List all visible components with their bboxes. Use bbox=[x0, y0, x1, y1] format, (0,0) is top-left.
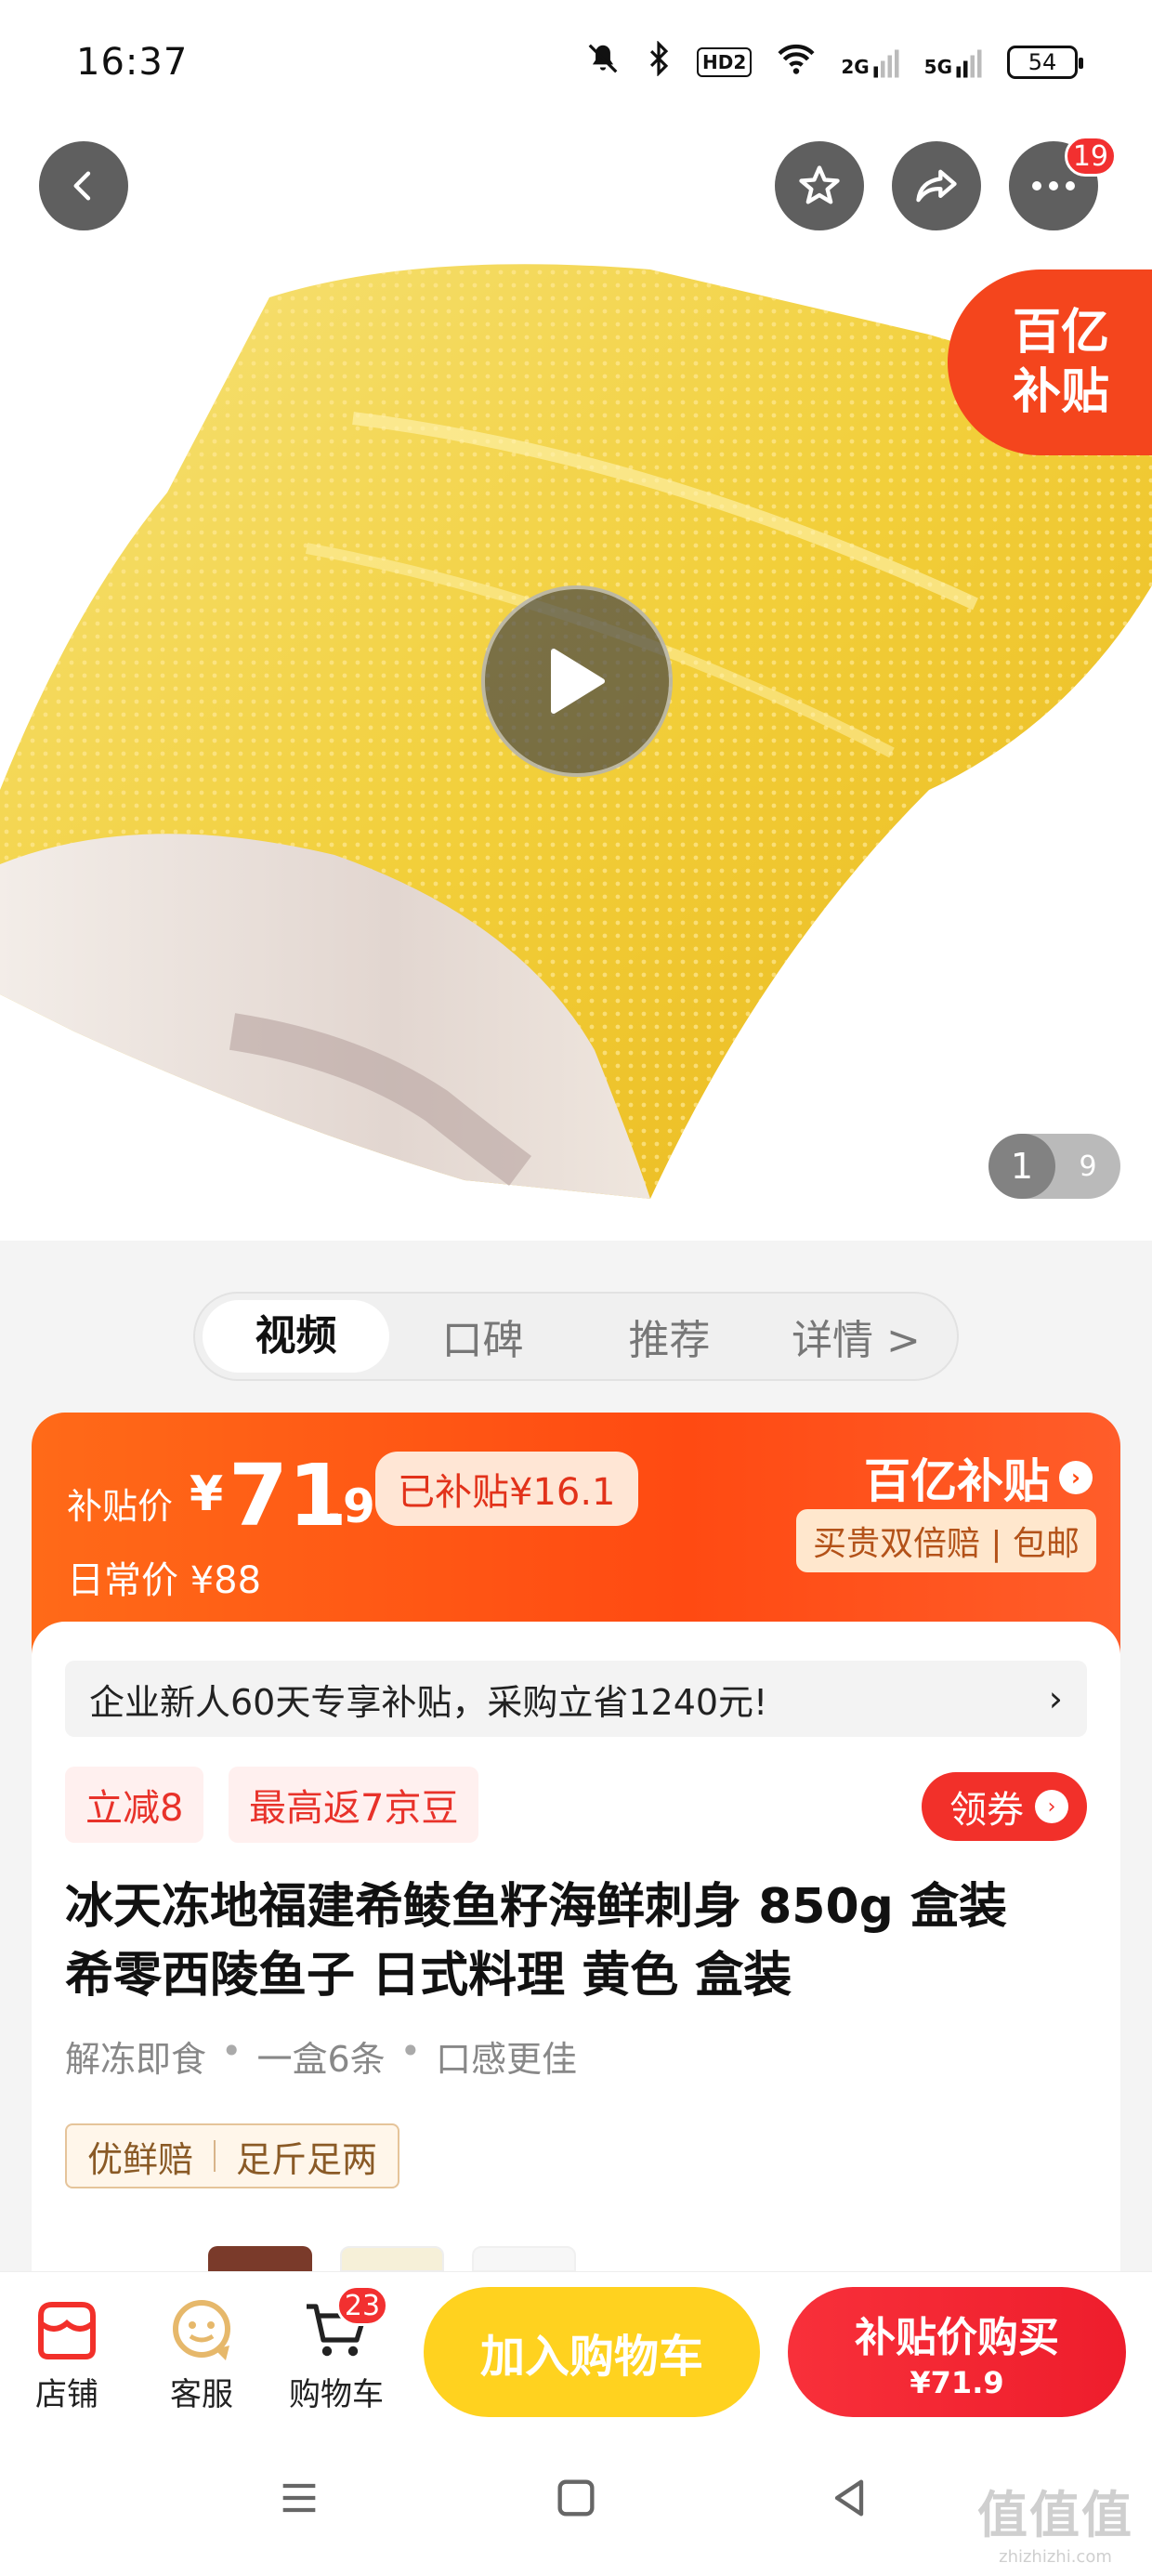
variant-thumbnail[interactable] bbox=[208, 2246, 312, 2272]
product-features: 解冻即食 • 一盒6条 • 口感更佳 bbox=[65, 2031, 578, 2080]
subsidy-corner-badge: 百亿 补贴 bbox=[948, 269, 1152, 455]
feature-item: 解冻即食 bbox=[65, 2039, 207, 2080]
tab-reviews[interactable]: 口碑 bbox=[389, 1307, 576, 1366]
already-subsidized-badge: 已补贴¥16.1 bbox=[375, 1452, 638, 1526]
service-tag: 足斤足两 bbox=[236, 2138, 378, 2180]
bottom-action-bar: 店铺 客服 23 购物车 加入购物车 补贴价购买 ¥71.9 bbox=[0, 2271, 1152, 2427]
tab-details[interactable]: 详情 > bbox=[763, 1307, 949, 1366]
status-bar: 16:37 HD2 2G 5G 54 bbox=[0, 0, 1152, 130]
get-coupon-button[interactable]: 领券 › bbox=[922, 1772, 1087, 1841]
cart-button[interactable]: 23 购物车 bbox=[281, 2285, 392, 2414]
system-nav-bar: 值值值 zhizhizhi.com bbox=[0, 2427, 1152, 2576]
menu-nav-button[interactable] bbox=[275, 2474, 323, 2526]
variant-thumbnails bbox=[208, 2246, 576, 2272]
image-pager: 1 9 bbox=[988, 1134, 1120, 1199]
share-button[interactable] bbox=[892, 141, 981, 230]
message-count-badge: 19 bbox=[1064, 136, 1117, 177]
guarantee-badge: 买贵双倍赔 | 包邮 bbox=[795, 1509, 1096, 1572]
variant-thumbnail[interactable] bbox=[472, 2246, 576, 2272]
tab-recommend[interactable]: 推荐 bbox=[576, 1307, 763, 1366]
more-button[interactable]: 19 bbox=[1009, 136, 1117, 230]
chevron-right-icon: › bbox=[1035, 1790, 1068, 1823]
signal-2g-icon: 2G bbox=[841, 46, 899, 78]
site-watermark: 值值值 zhizhizhi.com bbox=[977, 2486, 1133, 2567]
subsidy-price-label: 补贴价 bbox=[67, 1486, 174, 1527]
add-to-cart-button[interactable]: 加入购物车 bbox=[424, 2287, 760, 2417]
service-icon bbox=[173, 2300, 230, 2360]
more-dots-icon bbox=[1032, 181, 1075, 191]
coupon-row: 立减8 最高返7京豆 领券 › bbox=[65, 1767, 1087, 1843]
star-icon bbox=[799, 165, 840, 204]
regular-price: 日常价 ¥88 bbox=[67, 1559, 262, 1602]
tab-video[interactable]: 视频 bbox=[203, 1300, 389, 1373]
section-tabs: 视频 口碑 推荐 详情 > bbox=[193, 1292, 959, 1381]
square-icon bbox=[557, 2479, 595, 2517]
customer-service-button[interactable]: 客服 bbox=[146, 2291, 257, 2414]
feature-item: 一盒6条 bbox=[256, 2039, 386, 2080]
product-info-card: 企业新人60天专享补贴，采购立省1240元! › 立减8 最高返7京豆 领券 ›… bbox=[32, 1622, 1120, 2272]
chevron-left-icon bbox=[73, 171, 91, 201]
service-guarantee-tags[interactable]: 优鲜赔 足斤足两 bbox=[65, 2123, 400, 2188]
product-image-carousel[interactable]: 百亿 补贴 1 9 bbox=[0, 130, 1152, 1241]
pager-total: 9 bbox=[1079, 1150, 1097, 1183]
bluetooth-icon bbox=[645, 40, 673, 84]
chevron-right-icon: › bbox=[1059, 1461, 1093, 1494]
store-button[interactable]: 店铺 bbox=[11, 2291, 123, 2414]
triangle-back-icon bbox=[834, 2479, 864, 2517]
back-button[interactable] bbox=[39, 141, 128, 230]
wifi-icon bbox=[776, 42, 817, 83]
buy-now-button[interactable]: 补贴价购买 ¥71.9 bbox=[788, 2287, 1126, 2417]
mute-icon bbox=[585, 41, 621, 84]
battery-icon: 54 bbox=[1007, 46, 1083, 79]
share-icon bbox=[916, 169, 957, 203]
hd-icon: HD2 bbox=[697, 47, 753, 77]
cart-count-badge: 23 bbox=[336, 2285, 388, 2326]
currency-symbol: ¥ bbox=[190, 1466, 224, 1522]
signal-5g-icon: 5G bbox=[924, 46, 983, 78]
promo-text: 企业新人60天专享补贴，采购立省1240元! bbox=[89, 1681, 768, 1723]
play-icon bbox=[551, 649, 605, 714]
subsidy-brand-link[interactable]: 百亿补贴 › bbox=[864, 1444, 1093, 1511]
back-nav-button[interactable] bbox=[825, 2474, 873, 2526]
jingdou-chip: 最高返7京豆 bbox=[229, 1767, 479, 1843]
variant-thumbnail[interactable] bbox=[340, 2246, 444, 2272]
play-video-button[interactable] bbox=[481, 585, 673, 777]
price-decimal: .9 bbox=[325, 1479, 375, 1533]
favorite-button[interactable] bbox=[775, 141, 864, 230]
status-time: 16:37 bbox=[76, 41, 189, 84]
feature-item: 口感更佳 bbox=[436, 2039, 578, 2080]
store-icon bbox=[38, 2302, 96, 2359]
discount-chip: 立减8 bbox=[65, 1767, 204, 1843]
status-icons: HD2 2G 5G 54 bbox=[585, 40, 1083, 84]
home-nav-button[interactable] bbox=[552, 2474, 600, 2526]
menu-icon bbox=[282, 2483, 316, 2513]
service-tag: 优鲜赔 bbox=[87, 2138, 194, 2180]
pager-current: 1 bbox=[988, 1134, 1055, 1199]
product-page: 16:37 HD2 2G 5G 54 百亿 补贴 1 9 19 视频 口碑 推荐… bbox=[0, 0, 1152, 2576]
enterprise-promo-bar[interactable]: 企业新人60天专享补贴，采购立省1240元! › bbox=[65, 1661, 1087, 1737]
product-title: 冰天冻地福建希鲮鱼籽海鲜刺身 850g 盒装 希零西陵鱼子 日式料理 黄色 盒装 bbox=[65, 1879, 1007, 2004]
chevron-right-icon: › bbox=[1048, 1678, 1063, 1719]
